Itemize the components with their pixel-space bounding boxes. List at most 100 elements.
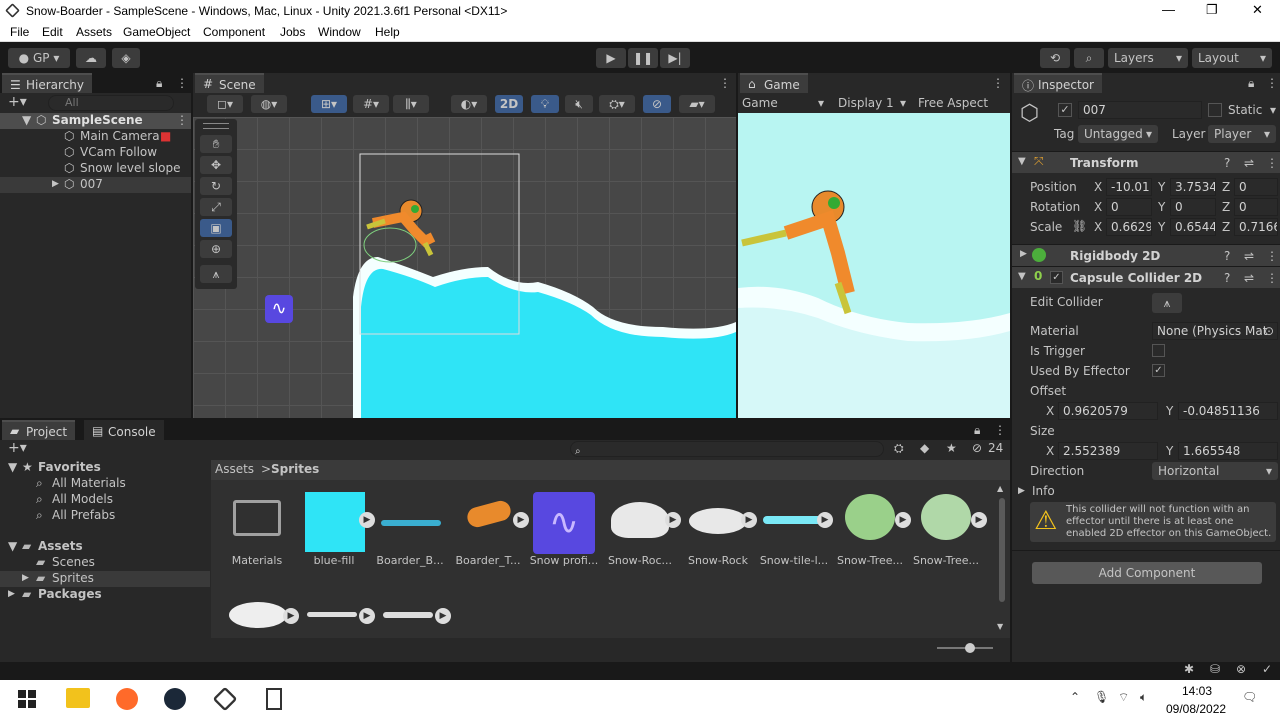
tree-packages[interactable]: ▶ ▰ Packages xyxy=(0,587,210,603)
menu-edit[interactable]: Edit xyxy=(42,25,63,39)
link-icon[interactable]: ⛓︎ xyxy=(1072,219,1087,233)
tab-game[interactable]: ⌂ Game xyxy=(740,73,808,93)
direction-dropdown[interactable]: Horizontal ▾ xyxy=(1152,462,1278,480)
asset-tile-snow-tree-2[interactable]: Snow-Tree... xyxy=(911,490,981,570)
hidden-packages-icon[interactable]: ⊘ xyxy=(972,441,982,455)
static-checkbox[interactable] xyxy=(1208,103,1222,117)
expand-sprite-icon[interactable]: ▶ xyxy=(895,512,911,528)
asset-tile-snow-rock-1[interactable]: Snow-Roc... xyxy=(605,490,675,570)
expand-sprite-icon[interactable]: ▶ xyxy=(817,512,833,528)
tab-scene[interactable]: # Scene xyxy=(195,73,264,93)
minimize-button[interactable]: — xyxy=(1162,2,1175,17)
add-component-button[interactable]: Add Component xyxy=(1032,562,1262,584)
menu-jobs[interactable]: Jobs xyxy=(280,25,305,39)
document-icon[interactable] xyxy=(266,688,282,710)
tree-all-materials[interactable]: ⌕ All Materials xyxy=(0,476,210,492)
offset-x-field[interactable]: 0.9620579 xyxy=(1058,402,1158,420)
lock-icon[interactable]: 🔒︎ xyxy=(974,423,980,438)
breadcrumb-assets[interactable]: Assets xyxy=(215,462,254,476)
expand-sprite-icon[interactable]: ▶ xyxy=(435,608,451,624)
offset-y-field[interactable]: -0.04851136 xyxy=(1178,402,1278,420)
global-button[interactable]: ◍▾ xyxy=(251,95,287,113)
play-button[interactable]: ▶ xyxy=(596,48,626,68)
create-button[interactable]: +▾ xyxy=(8,440,27,456)
asset-tile-boarder-t[interactable]: Boarder_T... xyxy=(453,490,523,570)
game-viewport[interactable] xyxy=(738,113,1010,418)
scale-z-field[interactable]: 0.7166 xyxy=(1234,218,1278,236)
collab-button[interactable]: ◈ xyxy=(112,48,140,68)
kebab-menu-icon[interactable]: ⋮ xyxy=(992,76,1004,90)
expand-sprite-icon[interactable]: ▶ xyxy=(741,512,757,528)
hierarchy-scene-row[interactable]: ▼ ⬡ SampleScene ⋮ xyxy=(0,113,191,129)
effects-toggle[interactable]: ⛭▾ xyxy=(599,95,635,113)
clock-date[interactable]: 09/08/2022 xyxy=(1166,702,1226,716)
rotation-z-field[interactable]: 0 xyxy=(1234,198,1278,216)
shading-button[interactable]: ◐▾ xyxy=(451,95,487,113)
menu-help[interactable]: Help xyxy=(375,25,400,39)
icon-size-slider[interactable] xyxy=(937,643,993,653)
lock-icon[interactable]: 🔒︎ xyxy=(1248,76,1254,91)
kebab-menu-icon[interactable]: ⋮ xyxy=(994,423,1006,437)
pause-button[interactable]: ❚❚ xyxy=(628,48,658,68)
menu-window[interactable]: Window xyxy=(318,25,361,39)
close-button[interactable]: ✕ xyxy=(1252,2,1263,18)
breadcrumb-sprites[interactable]: Sprites xyxy=(271,462,319,476)
steam-icon[interactable] xyxy=(164,688,186,710)
hand-tool-button[interactable]: ✋︎ xyxy=(200,135,232,153)
transform-header[interactable]: ▼ ⤧ Transform ? ⇌ ⋮ xyxy=(1012,151,1280,173)
help-icon[interactable]: ? xyxy=(1224,271,1230,285)
2d-toggle[interactable]: 2D xyxy=(495,95,523,113)
tree-all-models[interactable]: ⌕ All Models xyxy=(0,492,210,508)
kebab-menu-icon[interactable]: ⋮ xyxy=(1266,156,1278,170)
kebab-menu-icon[interactable]: ⋮ xyxy=(176,113,188,127)
asset-tile-snow-tree-1[interactable]: Snow-Tree... xyxy=(835,490,905,570)
rotation-x-field[interactable]: 0 xyxy=(1106,198,1152,216)
lighting-toggle[interactable]: 💡︎ xyxy=(531,95,559,113)
asset-tile-snow-rock-2[interactable]: Snow-Rock xyxy=(683,490,753,570)
hierarchy-item-main-camera[interactable]: ⬡ Main Camera ■ xyxy=(0,129,191,145)
kebab-menu-icon[interactable]: ⋮ xyxy=(1266,271,1278,285)
tree-assets[interactable]: ▼ ▰ Assets xyxy=(0,539,210,555)
scene-viewport[interactable]: ∿ xyxy=(193,117,736,418)
asset-tile-materials[interactable]: Materials xyxy=(225,490,289,570)
tree-sprites[interactable]: ▶ ▰ Sprites xyxy=(0,571,210,587)
rect-tool-button[interactable]: ▣ xyxy=(200,219,232,237)
menu-gameobject[interactable]: GameObject xyxy=(123,25,190,39)
label-icon[interactable]: ◆ xyxy=(920,441,929,455)
asset-tile-cloud-2[interactable] xyxy=(303,594,363,634)
cache-icon[interactable]: ⛁ xyxy=(1210,662,1220,676)
file-explorer-icon[interactable] xyxy=(66,688,90,708)
add-button[interactable]: +▾ xyxy=(8,94,27,110)
position-x-field[interactable]: -10.01 xyxy=(1106,178,1152,196)
rigidbody2d-header[interactable]: ▶ Rigidbody 2D ? ⇌ ⋮ xyxy=(1012,244,1280,266)
scroll-up-icon[interactable]: ▲ xyxy=(997,484,1003,493)
show-hidden-icons-icon[interactable]: ⌃ xyxy=(1070,690,1080,704)
size-y-field[interactable]: 1.665548 xyxy=(1178,442,1278,460)
microphone-icon[interactable]: 🎙︎ xyxy=(1094,690,1109,704)
lock-icon[interactable]: 🔒︎ xyxy=(156,76,162,91)
check-icon[interactable]: ✓ xyxy=(1262,662,1272,676)
scroll-down-icon[interactable]: ▼ xyxy=(997,622,1003,631)
game-view-dropdown[interactable]: Game ▾ xyxy=(742,96,828,110)
hierarchy-item-vcam-follow[interactable]: ⬡ VCam Follow xyxy=(0,145,191,161)
is-trigger-checkbox[interactable] xyxy=(1152,344,1165,357)
slider-thumb[interactable] xyxy=(965,643,975,653)
unity-hub-icon[interactable] xyxy=(212,686,238,712)
aspect-dropdown[interactable]: Free Aspect xyxy=(918,96,1008,110)
rotation-y-field[interactable]: 0 xyxy=(1170,198,1216,216)
object-picker-icon[interactable]: ⊙ xyxy=(1264,324,1274,338)
tree-all-prefabs[interactable]: ⌕ All Prefabs xyxy=(0,508,210,524)
help-icon[interactable]: ? xyxy=(1224,156,1230,170)
menu-component[interactable]: Component xyxy=(203,25,265,39)
history-button[interactable]: ⟲ xyxy=(1040,48,1070,68)
custom-tool-button[interactable]: ⩚ xyxy=(200,265,232,283)
search-by-type-icon[interactable]: ⛭ xyxy=(894,441,904,456)
scale-y-field[interactable]: 0.6544 xyxy=(1170,218,1216,236)
wifi-icon[interactable]: ⌔ xyxy=(1118,690,1129,705)
active-checkbox[interactable]: ✓ xyxy=(1058,103,1072,117)
auto-generate-lighting-icon[interactable]: ⊗ xyxy=(1236,662,1246,676)
transform-tool-button[interactable]: ⊕ xyxy=(200,240,232,258)
tab-inspector[interactable]: ⓘ Inspector xyxy=(1014,73,1102,93)
size-x-field[interactable]: 2.552389 xyxy=(1058,442,1158,460)
asset-scrollbar[interactable]: ▲ ▼ xyxy=(997,484,1007,634)
